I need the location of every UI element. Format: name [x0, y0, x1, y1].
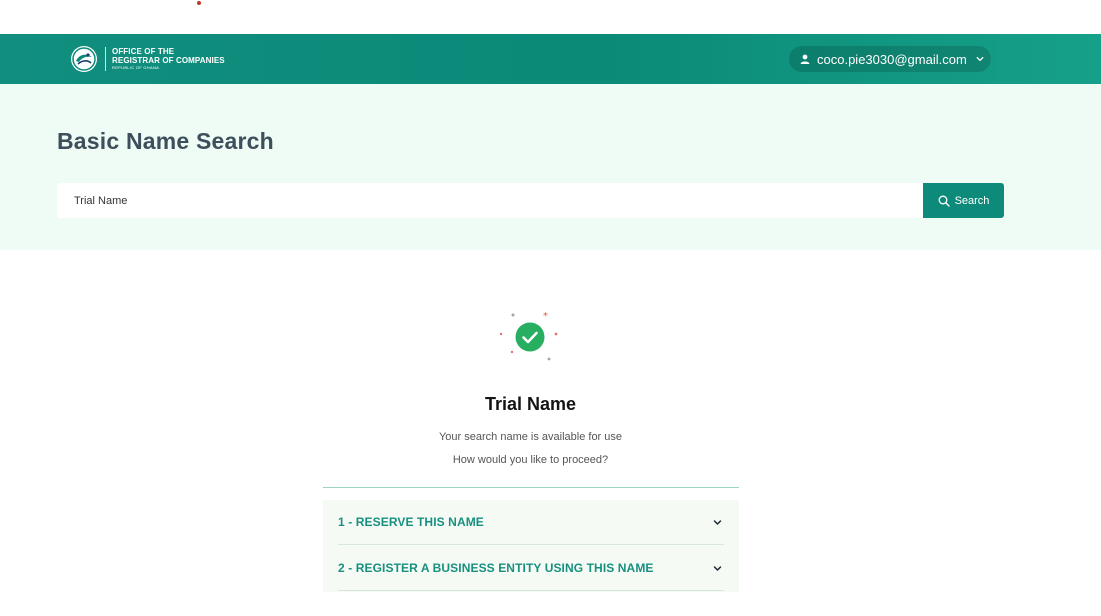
search-input[interactable] [57, 183, 925, 218]
logo-line-3: REPUBLIC OF GHANA [112, 65, 160, 70]
user-email: coco.pie3030@gmail.com [817, 51, 967, 67]
logo-text: OFFICE OF THE REGISTRAR OF COMPANIES REP… [112, 47, 225, 71]
search-icon [938, 195, 950, 207]
logo-line-2: REGISTRAR OF COMPANIES [112, 56, 225, 65]
availability-status: Your search name is available for use [438, 431, 623, 443]
red-dot-marker [197, 1, 201, 5]
user-menu-button[interactable]: coco.pie3030@gmail.com [789, 46, 991, 72]
user-icon [800, 54, 810, 64]
result-name: Trial Name [484, 394, 577, 414]
logo-divider [105, 47, 106, 71]
search-button-label: Search [954, 194, 990, 207]
search-panel [0, 84, 1101, 250]
logo-line-1: OFFICE OF THE [112, 47, 175, 56]
divider [323, 487, 739, 488]
options-accordion: 1 - RESERVE THIS NAME 2 - REGISTER A BUS… [323, 500, 739, 592]
top-bar [0, 0, 1101, 34]
page-title: Basic Name Search [57, 128, 274, 154]
svg-text:*: * [543, 311, 548, 322]
chevron-down-icon [713, 565, 722, 571]
option-reserve-name[interactable]: 1 - RESERVE THIS NAME [338, 500, 724, 545]
chevron-down-icon [713, 519, 722, 525]
option-register-entity[interactable]: 2 - REGISTER A BUSINESS ENTITY USING THI… [338, 546, 724, 591]
option-reserve-label: 1 - RESERVE THIS NAME [338, 515, 484, 529]
orc-logo[interactable]: OFFICE OF THE REGISTRAR OF COMPANIES REP… [70, 45, 225, 73]
success-check-icon: * [499, 311, 558, 361]
option-register-label: 2 - REGISTER A BUSINESS ENTITY USING THI… [338, 561, 654, 575]
proceed-prompt: How would you like to proceed? [452, 454, 609, 466]
orc-emblem-icon [71, 46, 97, 72]
chevron-down-icon [976, 56, 984, 62]
search-button[interactable]: Search [923, 183, 1004, 218]
